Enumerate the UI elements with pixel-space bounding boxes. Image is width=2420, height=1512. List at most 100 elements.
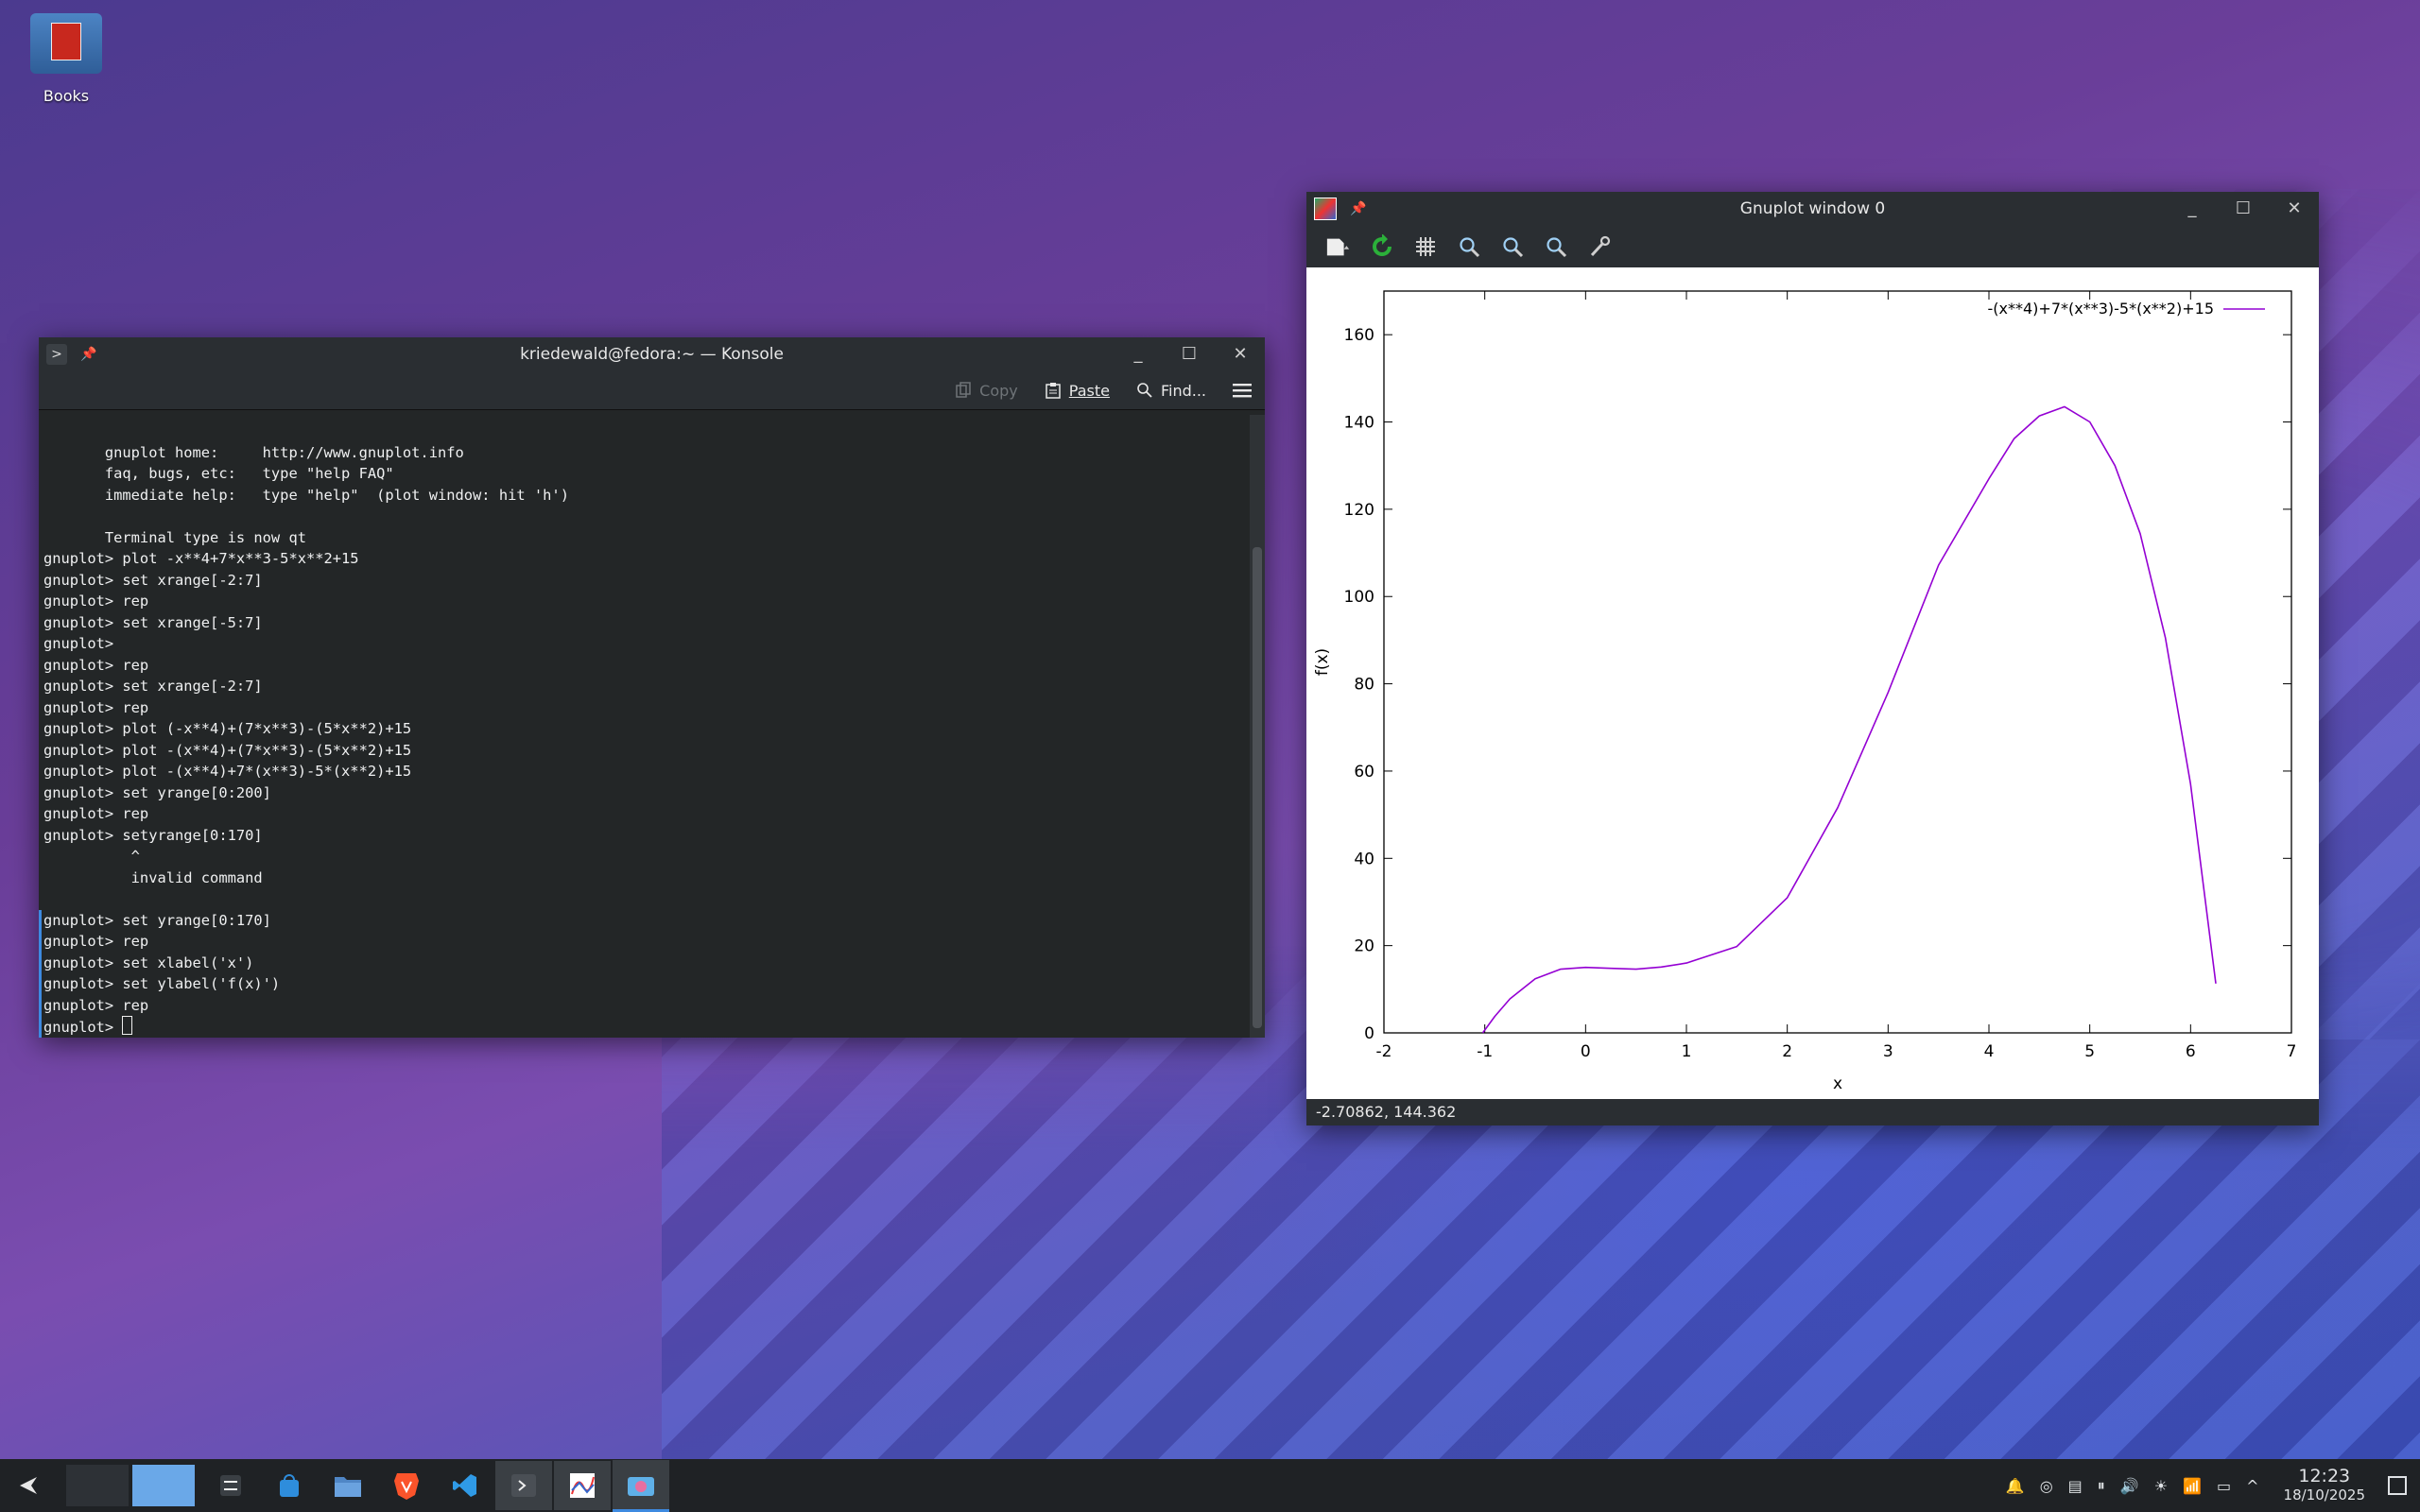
- x-tick-label: 0: [1581, 1042, 1591, 1061]
- terminal-line: gnuplot> set yrange[0:170]: [39, 909, 1250, 932]
- x-axis-label: x: [1833, 1074, 1842, 1093]
- clock[interactable]: 12:23 18/10/2025: [2284, 1467, 2365, 1504]
- x-tick-label: 3: [1883, 1042, 1893, 1061]
- text-cursor: [122, 1016, 133, 1035]
- replot-button[interactable]: [1369, 233, 1395, 260]
- terminal-line: gnuplot> set ylabel('f(x)'): [39, 973, 1250, 995]
- paste-button[interactable]: Paste: [1045, 382, 1110, 400]
- window-title: kriedewald@fedora:~ — Konsole: [520, 345, 784, 364]
- x-tick-label: -1: [1477, 1042, 1493, 1061]
- wrench-icon: [1590, 235, 1611, 257]
- brave-browser-taskbar-item[interactable]: [378, 1461, 435, 1510]
- find-button[interactable]: Find...: [1136, 382, 1206, 400]
- system-settings-taskbar-item[interactable]: [202, 1461, 259, 1510]
- discover-taskbar-item[interactable]: [261, 1461, 318, 1510]
- folder-icon: [30, 13, 102, 74]
- clock-date: 18/10/2025: [2283, 1486, 2365, 1503]
- zoom-previous-button[interactable]: [1456, 233, 1482, 260]
- brightness-icon[interactable]: ☀: [2154, 1477, 2168, 1495]
- clipboard-icon[interactable]: ▤: [2068, 1477, 2083, 1495]
- maximize-button[interactable]: ☐: [1174, 337, 1204, 371]
- terminal-output[interactable]: gnuplot home: http://www.gnuplot.info fa…: [39, 415, 1250, 1038]
- close-button[interactable]: ✕: [1225, 337, 1255, 371]
- x-tick-label: 2: [1782, 1042, 1792, 1061]
- terminal-line: gnuplot> rep: [43, 593, 149, 610]
- terminal-line: immediate help: type "help" (plot window…: [43, 486, 569, 504]
- grid-toggle-button[interactable]: [1412, 233, 1439, 260]
- window-title: Gnuplot window 0: [1739, 199, 1886, 218]
- network-manager-icon[interactable]: ◎: [2040, 1477, 2053, 1495]
- wifi-icon[interactable]: 📶: [2183, 1477, 2202, 1495]
- media-pause-icon[interactable]: ⏸: [2098, 1476, 2105, 1495]
- show-desktop-icon[interactable]: [2388, 1476, 2407, 1495]
- clock-time: 12:23: [2298, 1466, 2351, 1486]
- file-manager-taskbar-item[interactable]: [320, 1461, 376, 1510]
- desktop-2[interactable]: [132, 1465, 195, 1506]
- y-tick-label: 160: [1344, 326, 1374, 345]
- terminal-line: gnuplot>: [39, 1016, 1250, 1038]
- export-menu-button[interactable]: [1325, 233, 1352, 260]
- konsole-titlebar[interactable]: > 📌 kriedewald@fedora:~ — Konsole _ ☐ ✕: [39, 337, 1265, 371]
- legend-label: -(x**4)+7*(x**3)-5*(x**2)+15: [1988, 300, 2214, 318]
- terminal-line: faq, bugs, etc: type "help FAQ": [43, 465, 394, 482]
- y-tick-label: 100: [1344, 588, 1374, 607]
- battery-icon[interactable]: ▭: [2217, 1477, 2231, 1495]
- x-tick-label: 6: [2186, 1042, 2196, 1061]
- y-tick-label: 0: [1364, 1024, 1374, 1043]
- terminal-scrollbar[interactable]: [1250, 415, 1265, 1038]
- x-tick-label: 7: [2287, 1042, 2297, 1061]
- tray-expand-chevron-icon[interactable]: ^: [2246, 1477, 2258, 1495]
- gnuplot-taskbar-item[interactable]: [554, 1461, 611, 1510]
- terminal-line: gnuplot> set yrange[0:200]: [43, 783, 271, 801]
- scrollbar-thumb[interactable]: [1253, 547, 1262, 1028]
- settings-button[interactable]: [1586, 233, 1613, 260]
- paste-icon: [1046, 383, 1061, 399]
- terminal-line: gnuplot> rep: [43, 698, 149, 716]
- brave-lion-icon: [394, 1473, 419, 1500]
- y-tick-label: 140: [1344, 414, 1374, 433]
- close-button[interactable]: ✕: [2279, 192, 2309, 226]
- plot-area[interactable]: -2 -1 0 1 2 3 4 5 6 7 0 20 40 60 80 100 120 140 160 x f(x) -(…: [1306, 267, 2319, 1101]
- copy-icon: [956, 382, 971, 398]
- terminal-line: gnuplot> plot (-x**4)+(7*x**3)-(5*x**2)+…: [43, 720, 412, 737]
- terminal-line: gnuplot>: [43, 635, 123, 652]
- terminal-line: gnuplot> rep: [39, 994, 1250, 1017]
- vscode-taskbar-item[interactable]: [437, 1461, 493, 1510]
- autoscale-button[interactable]: [1543, 233, 1569, 260]
- x-tick-label: 1: [1682, 1042, 1692, 1061]
- minimize-button[interactable]: _: [1123, 337, 1153, 371]
- pin-icon[interactable]: 📌: [1350, 192, 1366, 226]
- screenshot-taskbar-item[interactable]: [613, 1459, 669, 1512]
- terminal-icon: [511, 1474, 536, 1497]
- minimize-button[interactable]: _: [2177, 192, 2207, 226]
- maximize-button[interactable]: ☐: [2228, 192, 2258, 226]
- gnuplot-titlebar[interactable]: 📌 Gnuplot window 0 _ ☐ ✕: [1306, 192, 2319, 226]
- terminal-line: gnuplot> set xrange[-2:7]: [43, 678, 263, 695]
- y-tick-label: 80: [1354, 676, 1374, 695]
- notifications-bell-icon[interactable]: 🔔: [2006, 1477, 2025, 1495]
- zoom-next-button[interactable]: [1499, 233, 1526, 260]
- pin-icon[interactable]: 📌: [80, 337, 96, 371]
- x-tick-label: 4: [1984, 1042, 1995, 1061]
- taskbar: 🔔 ◎ ▤ ⏸ 🔊 ☀ 📶 ▭ ^ 12:23 18/10/2025: [0, 1459, 2420, 1512]
- desktop-icon-books[interactable]: Books: [26, 13, 106, 105]
- gnuplot-toolbar: [1306, 226, 2319, 268]
- terminal-line: gnuplot> rep: [43, 805, 149, 822]
- terminal-line: gnuplot> rep: [43, 656, 149, 674]
- volume-icon[interactable]: 🔊: [2120, 1477, 2139, 1495]
- application-launcher-button[interactable]: [0, 1461, 57, 1510]
- y-tick-label: 60: [1354, 763, 1374, 782]
- konsole-taskbar-item[interactable]: [495, 1461, 552, 1510]
- gnuplot-chart-icon: [570, 1473, 595, 1498]
- terminal-line: gnuplot home: http://www.gnuplot.info: [43, 443, 464, 461]
- hamburger-menu-button[interactable]: [1233, 382, 1252, 399]
- y-tick-label: 20: [1354, 937, 1374, 956]
- copy-button[interactable]: Copy: [955, 382, 1018, 400]
- virtual-desktop-pager[interactable]: [66, 1465, 195, 1506]
- settings-sliders-icon: [220, 1475, 241, 1496]
- zoom-icon: [1547, 237, 1567, 258]
- konsole-window: > 📌 kriedewald@fedora:~ — Konsole _ ☐ ✕ …: [39, 337, 1265, 1038]
- desktop-1[interactable]: [66, 1465, 129, 1506]
- system-tray: 🔔 ◎ ▤ ⏸ 🔊 ☀ 📶 ▭ ^ 12:23 18/10/2025: [2006, 1459, 2420, 1512]
- terminal-line: invalid command: [43, 868, 263, 886]
